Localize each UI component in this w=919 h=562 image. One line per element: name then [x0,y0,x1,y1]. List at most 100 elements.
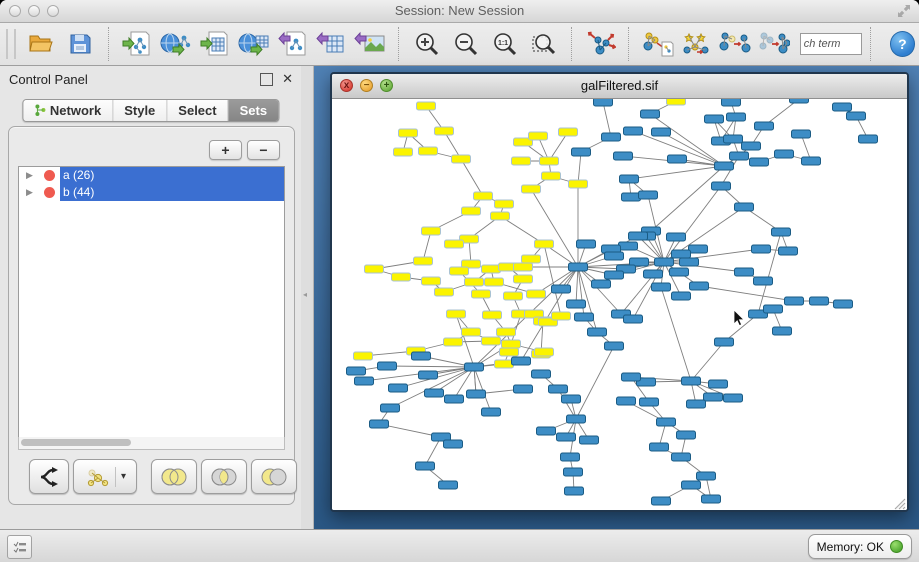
graph-node[interactable] [529,132,548,140]
graph-node[interactable] [742,142,761,150]
graph-node[interactable] [522,255,541,263]
graph-node[interactable] [667,99,686,105]
graph-node[interactable] [354,352,373,360]
set-row-label[interactable]: a (26) [60,167,284,184]
network-from-selection-button[interactable] [638,26,677,62]
graph-node[interactable] [668,155,687,163]
float-panel-icon[interactable] [260,73,273,86]
network-frame-titlebar[interactable]: x − + galFiltered.sif [332,74,907,99]
graph-node[interactable] [378,362,397,370]
graph-node[interactable] [572,148,591,156]
graph-node[interactable] [775,150,794,158]
graph-node[interactable] [629,232,648,240]
graph-node[interactable] [754,277,773,285]
import-table-web-button[interactable] [234,26,273,62]
graph-node[interactable] [474,192,493,200]
graph-node[interactable] [482,265,501,273]
graph-node[interactable] [650,443,669,451]
zoom-in-button[interactable] [408,26,447,62]
graph-node[interactable] [605,342,624,350]
graph-node[interactable] [370,420,389,428]
graph-node[interactable] [522,185,541,193]
graph-node[interactable] [472,290,491,298]
graph-node[interactable] [672,453,691,461]
graph-node[interactable] [750,158,769,166]
graph-node[interactable] [502,340,521,348]
graph-node[interactable] [588,328,607,336]
network-graph[interactable] [332,99,907,511]
split-set-button[interactable] [29,459,69,494]
graph-node[interactable] [540,157,559,165]
graph-node[interactable] [365,265,384,273]
graph-node[interactable] [670,268,689,276]
save-session-button[interactable] [61,26,100,62]
graph-node[interactable] [552,312,571,320]
panel-divider[interactable]: ◂ [301,66,314,530]
graph-node[interactable] [619,242,638,250]
graph-node[interactable] [504,292,523,300]
graph-node[interactable] [514,385,533,393]
graph-node[interactable] [727,113,746,121]
apply-layout-button[interactable] [581,26,620,62]
create-set-dropdown-button[interactable]: ▾ [73,459,137,494]
graph-node[interactable] [355,377,374,385]
graph-node[interactable] [847,112,866,120]
graph-node[interactable] [687,400,706,408]
set-difference-button[interactable] [251,459,297,494]
graph-node[interactable] [602,133,621,141]
graph-node[interactable] [652,497,671,505]
graph-node[interactable] [450,267,469,275]
graph-node[interactable] [657,418,676,426]
graph-node[interactable] [652,283,671,291]
graph-node[interactable] [532,370,551,378]
graph-node[interactable] [833,103,852,111]
graph-node[interactable] [755,122,774,130]
graph-node[interactable] [389,384,408,392]
graph-node[interactable] [561,453,580,461]
graph-node[interactable] [640,398,659,406]
resize-grip[interactable] [892,496,906,510]
graph-node[interactable] [514,263,533,271]
graph-node[interactable] [724,135,743,143]
export-network-button[interactable] [273,26,312,62]
graph-node[interactable] [500,348,519,356]
graph-node[interactable] [594,99,613,106]
graph-node[interactable] [772,228,791,236]
graph-node[interactable] [722,99,741,106]
graph-node[interactable] [655,258,674,266]
graph-node[interactable] [381,404,400,412]
import-network-file-button[interactable] [118,26,157,62]
expander-triangle-icon[interactable]: ▶ [26,187,38,198]
open-session-button[interactable] [22,26,61,62]
graph-node[interactable] [445,240,464,248]
graph-node[interactable] [730,152,749,160]
graph-node[interactable] [689,245,708,253]
graph-node[interactable] [412,352,431,360]
graph-node[interactable] [435,288,454,296]
graph-node[interactable] [639,191,658,199]
tab-network[interactable]: Network [23,100,113,121]
graph-node[interactable] [705,115,724,123]
graph-node[interactable] [752,245,771,253]
graph-node[interactable] [620,175,639,183]
graph-node[interactable] [485,278,504,286]
graph-node[interactable] [622,373,641,381]
first-neighbors-button[interactable] [677,26,716,62]
graph-node[interactable] [792,130,811,138]
collapse-panel-icon[interactable]: ◂ [303,290,310,299]
graph-node[interactable] [465,363,484,371]
graph-node[interactable] [497,328,516,336]
graph-node[interactable] [677,431,696,439]
graph-node[interactable] [773,327,792,335]
graph-node[interactable] [622,193,641,201]
graph-node[interactable] [810,297,829,305]
graph-node[interactable] [715,162,734,170]
network-canvas[interactable] [332,99,907,511]
graph-node[interactable] [562,395,581,403]
graph-node[interactable] [535,240,554,248]
graph-node[interactable] [605,271,624,279]
import-table-file-button[interactable] [195,26,234,62]
graph-node[interactable] [834,300,853,308]
remove-set-button[interactable]: − [247,140,280,160]
graph-node[interactable] [419,147,438,155]
